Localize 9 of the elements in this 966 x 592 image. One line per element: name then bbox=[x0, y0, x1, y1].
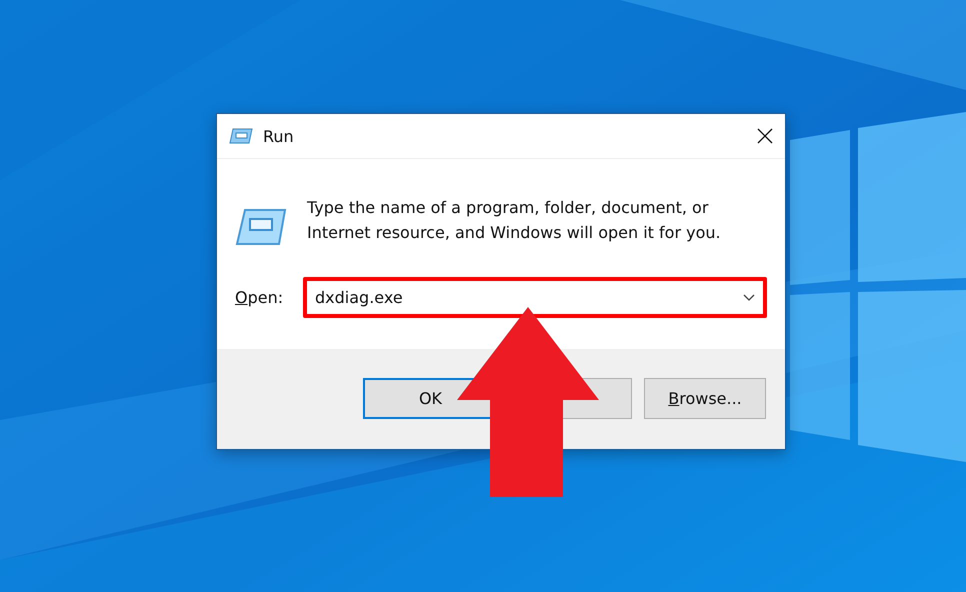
instruction-text: Type the name of a program, folder, document, or Internet resource, and Windows will open it for you. bbox=[307, 197, 722, 244]
input-field[interactable]: dxdiag.exe bbox=[303, 277, 767, 318]
close-icon[interactable] bbox=[757, 128, 773, 144]
run-icon bbox=[229, 128, 253, 144]
browse-button[interactable]: Browse... bbox=[644, 378, 766, 419]
open-label: Open: bbox=[235, 288, 283, 307]
window-title: Run bbox=[263, 126, 295, 146]
chevron-down-icon[interactable] bbox=[743, 294, 755, 302]
run-icon bbox=[235, 207, 287, 247]
